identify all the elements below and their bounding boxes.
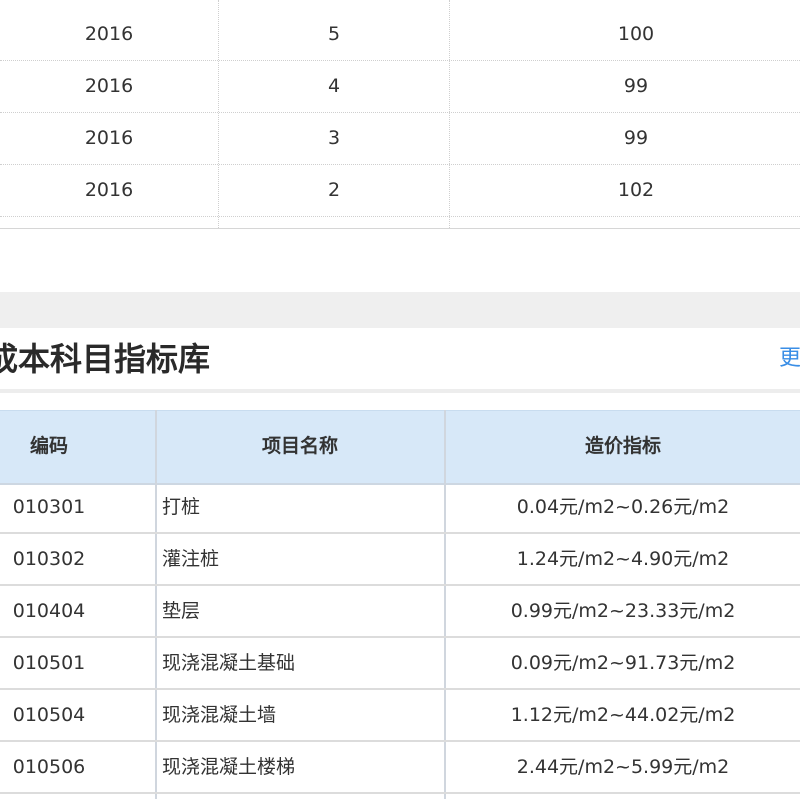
value-cell: 100: [617, 23, 655, 45]
price-cell: 0.99元/m2~23.33元/m2: [510, 600, 736, 622]
name-cell: 现浇混凝土墙: [162, 704, 277, 726]
year-cell: 2016: [84, 75, 134, 97]
section-title: 成本科目指标库: [0, 340, 211, 378]
header-price: 造价指标: [584, 435, 661, 457]
name-cell: 灌注桩: [162, 548, 220, 570]
row-divider: [0, 216, 800, 217]
month-cell: 3: [327, 127, 341, 149]
code-cell: 010404: [12, 600, 86, 622]
price-cell: 2.44元/m2~5.99元/m2: [516, 756, 730, 778]
month-cell: 4: [327, 75, 341, 97]
table-row[interactable]: 010302 灌注桩 1.24元/m2~4.90元/m2: [0, 534, 800, 586]
code-cell: 010506: [12, 756, 86, 778]
table-row: 2016 5 100: [0, 8, 800, 60]
header-code: 编码: [29, 435, 68, 457]
price-cell: 1.12元/m2~44.02元/m2: [510, 704, 736, 726]
year-cell: 2016: [84, 179, 134, 201]
table-row[interactable]: 010504 现浇混凝土墙 1.12元/m2~44.02元/m2: [0, 690, 800, 742]
more-link[interactable]: 更: [779, 344, 800, 374]
code-cell: 010301: [12, 496, 86, 518]
table-row[interactable]: 010301 打桩 0.04元/m2~0.26元/m2: [0, 482, 800, 534]
table-row: 2016 4 99: [0, 60, 800, 112]
name-cell: 打桩: [162, 496, 201, 518]
code-cell: 010504: [12, 704, 86, 726]
value-cell: 102: [617, 179, 655, 201]
price-cell: 0.04元/m2~0.26元/m2: [516, 496, 730, 518]
table-row: 2016 2 102: [0, 164, 800, 216]
name-cell: 现浇混凝土基础: [162, 652, 296, 674]
month-cell: 5: [327, 23, 341, 45]
year-cell: 2016: [84, 127, 134, 149]
year-cell: 2016: [84, 23, 134, 45]
value-cell: 99: [623, 75, 649, 97]
price-cell: 1.24元/m2~4.90元/m2: [516, 548, 730, 570]
month-cell: 2: [327, 179, 341, 201]
header-name: 项目名称: [261, 435, 338, 457]
title-divider: [0, 389, 800, 393]
table-row[interactable]: 010506 现浇混凝土楼梯 2.44元/m2~5.99元/m2: [0, 742, 800, 794]
table-row[interactable]: 010404 垫层 0.99元/m2~23.33元/m2: [0, 586, 800, 638]
name-cell: 垫层: [162, 600, 201, 622]
table-row: 2016 3 99: [0, 112, 800, 164]
table-header: 编码 项目名称 造价指标: [0, 410, 800, 485]
price-index-table: 2016 5 100 2016 4 99 2016 3 99 2016 2 10…: [0, 0, 800, 229]
code-cell: 010501: [12, 652, 86, 674]
section-gap: [0, 292, 800, 328]
table-row[interactable]: 010501 现浇混凝土基础 0.09元/m2~91.73元/m2: [0, 638, 800, 690]
value-cell: 99: [623, 127, 649, 149]
price-cell: 0.09元/m2~91.73元/m2: [510, 652, 736, 674]
code-cell: 010302: [12, 548, 86, 570]
cost-index-table: 编码 项目名称 造价指标 010301 打桩 0.04元/m2~0.26元/m2…: [0, 410, 800, 799]
name-cell: 现浇混凝土楼梯: [162, 756, 296, 778]
